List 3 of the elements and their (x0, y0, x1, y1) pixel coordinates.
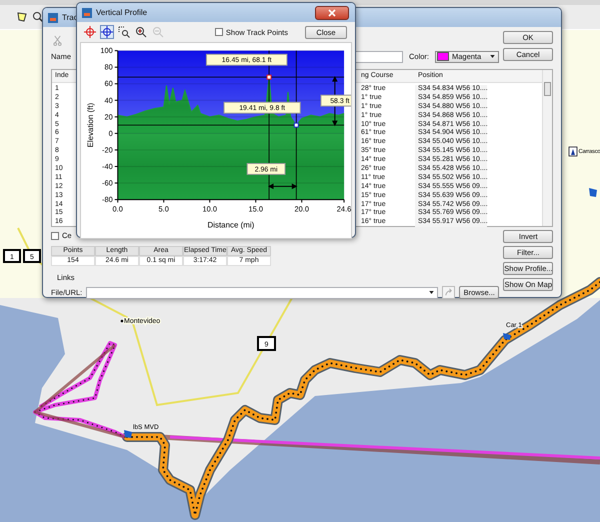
x-axis-title: Distance (mi) (208, 220, 254, 229)
y-axis-title: Elevation (ft) (86, 102, 95, 147)
window-title: Vertical Profile (96, 8, 148, 17)
